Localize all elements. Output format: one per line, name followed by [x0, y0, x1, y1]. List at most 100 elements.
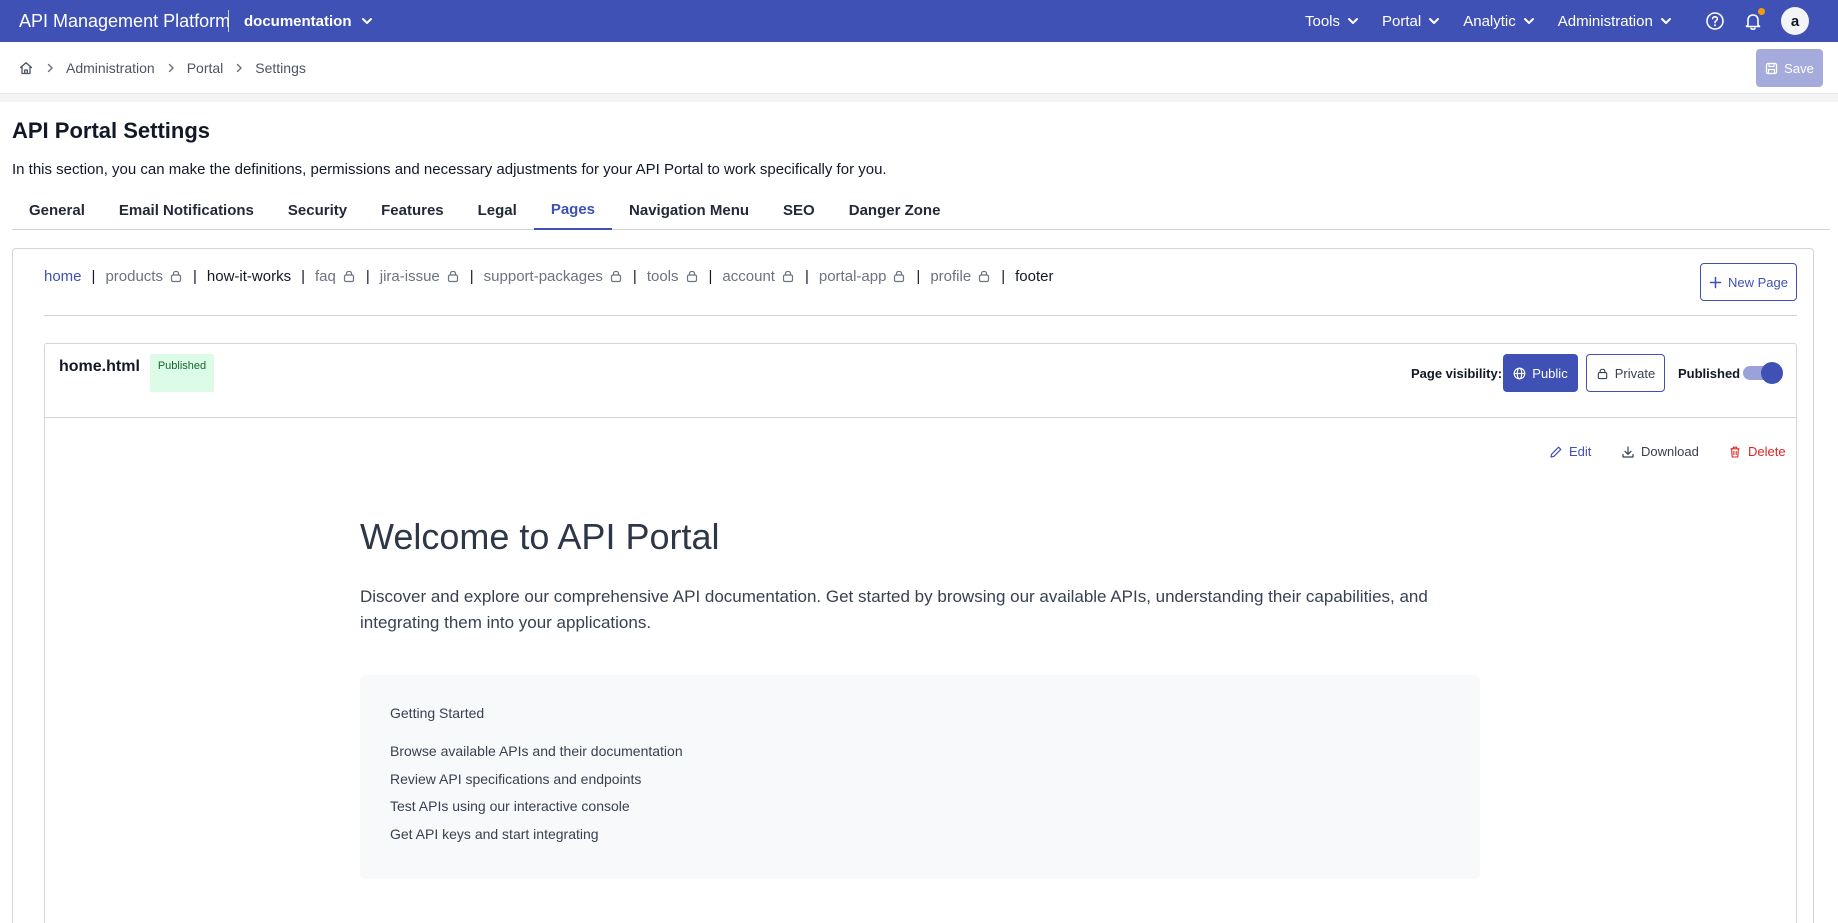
nav-portal[interactable]: Portal	[1382, 13, 1441, 30]
breadcrumb-administration[interactable]: Administration	[66, 60, 155, 76]
tab-danger-zone[interactable]: Danger Zone	[832, 190, 958, 230]
page-item-products[interactable]: products	[105, 268, 183, 285]
app-title[interactable]: API Management Platform	[19, 0, 230, 42]
divider: |	[916, 267, 921, 285]
lock-icon	[342, 269, 356, 283]
edit-button[interactable]: Edit	[1549, 444, 1591, 459]
public-label: Public	[1532, 365, 1568, 381]
file-name: home.html	[59, 358, 140, 375]
tab-legal[interactable]: Legal	[461, 190, 534, 230]
lock-icon	[609, 269, 623, 283]
toggle-knob	[1761, 362, 1783, 384]
nav-administration-label: Administration	[1557, 12, 1653, 30]
page-item-home[interactable]: home	[44, 268, 82, 285]
new-page-label: New Page	[1728, 274, 1788, 290]
chevron-down-icon	[1427, 14, 1441, 28]
breadcrumb-bar: Administration Portal Settings Save	[0, 42, 1838, 94]
tab-navigation-menu[interactable]: Navigation Menu	[612, 190, 766, 230]
home-icon[interactable]	[18, 60, 34, 76]
page-item-jira-issue[interactable]: jira-issue	[380, 268, 460, 285]
tab-security[interactable]: Security	[271, 190, 364, 230]
visibility-label: Page visibility:	[1411, 366, 1503, 381]
tab-seo[interactable]: SEO	[766, 190, 832, 230]
top-nav: Tools Portal Analytic Administration	[1305, 0, 1695, 42]
lock-icon	[1596, 367, 1609, 380]
tab-email-notifications[interactable]: Email Notifications	[102, 190, 271, 230]
page-item-label: how-it-works	[206, 267, 292, 285]
lock-icon	[977, 269, 991, 283]
tab-features[interactable]: Features	[364, 190, 461, 230]
list-item: Test APIs using our interactive console	[390, 798, 630, 814]
page-editor: home.html Published Page visibility: Pub…	[44, 343, 1797, 923]
help-icon[interactable]	[1703, 9, 1727, 33]
page-item-label: jira-issue	[379, 267, 440, 285]
nav-portal-label: Portal	[1382, 12, 1422, 30]
download-icon	[1621, 445, 1635, 459]
divider	[45, 417, 1796, 418]
page-item-account[interactable]: account	[722, 268, 795, 285]
private-button[interactable]: Private	[1586, 354, 1665, 392]
delete-button[interactable]: Delete	[1728, 444, 1786, 459]
save-icon	[1765, 62, 1778, 75]
edit-label: Edit	[1569, 444, 1592, 459]
pages-card: home | products | how-it-works | faq | j…	[12, 248, 1814, 923]
preview-heading: Welcome to API Portal	[360, 516, 720, 557]
nav-analytic-label: Analytic	[1463, 12, 1516, 30]
nav-administration[interactable]: Administration	[1558, 13, 1673, 30]
divider	[44, 315, 1797, 316]
page-list: home | products | how-it-works | faq | j…	[44, 264, 1053, 288]
page-item-label: home	[44, 267, 82, 285]
divider: |	[708, 267, 713, 285]
new-page-button[interactable]: New Page	[1700, 263, 1797, 301]
delete-label: Delete	[1748, 444, 1786, 459]
lock-icon	[781, 269, 795, 283]
list-item: Get API keys and start integrating	[390, 825, 599, 842]
page-item-label: support-packages	[483, 267, 603, 285]
chevron-down-icon	[1659, 14, 1673, 28]
list-item: Review API specifications and endpoints	[390, 770, 642, 787]
page-item-footer[interactable]: footer	[1015, 268, 1053, 285]
notification-bell-icon[interactable]	[1741, 8, 1765, 33]
page-item-portal-app[interactable]: portal-app	[819, 268, 907, 285]
download-label: Download	[1641, 444, 1699, 459]
chevron-right-icon	[44, 62, 56, 74]
nav-analytic[interactable]: Analytic	[1463, 13, 1536, 30]
page-item-label: tools	[646, 267, 679, 285]
chevron-down-icon	[1522, 14, 1536, 28]
tab-general[interactable]: General	[12, 190, 102, 230]
lock-icon	[169, 269, 183, 283]
preview-intro: Discover and explore our comprehensive A…	[360, 587, 1428, 632]
nav-tools[interactable]: Tools	[1305, 13, 1360, 30]
page-item-label: faq	[314, 267, 336, 285]
page-item-support-packages[interactable]: support-packages	[484, 268, 623, 285]
workspace-name: documentation	[244, 12, 352, 30]
avatar[interactable]: a	[1781, 7, 1809, 35]
chevron-down-icon	[360, 14, 374, 28]
tab-pages[interactable]: Pages	[533, 190, 613, 230]
chevron-right-icon	[165, 62, 177, 74]
published-toggle[interactable]	[1743, 362, 1783, 384]
header-strip	[0, 94, 1838, 102]
lock-icon	[446, 269, 460, 283]
download-button[interactable]: Download	[1621, 444, 1699, 459]
divider: |	[1001, 267, 1006, 285]
chevron-right-icon	[233, 62, 245, 74]
save-button[interactable]: Save	[1756, 49, 1823, 87]
public-button[interactable]: Public	[1503, 354, 1578, 392]
page-item-profile[interactable]: profile	[930, 268, 991, 285]
divider: |	[632, 267, 637, 285]
divider: |	[192, 267, 197, 285]
lock-icon	[892, 269, 906, 283]
globe-icon	[1513, 367, 1526, 380]
status-badge: Published	[150, 354, 214, 392]
workspace-selector[interactable]: documentation	[244, 0, 374, 42]
getting-started-box: Getting Started Browse available APIs an…	[360, 675, 1480, 879]
private-label: Private	[1614, 365, 1656, 381]
page-item-tools[interactable]: tools	[647, 268, 699, 285]
breadcrumb-settings: Settings	[255, 60, 306, 76]
breadcrumb-portal[interactable]: Portal	[187, 60, 224, 76]
page-item-faq[interactable]: faq	[315, 268, 356, 285]
divider: |	[804, 267, 809, 285]
page-item-how-it-works[interactable]: how-it-works	[207, 268, 291, 285]
divider: |	[365, 267, 370, 285]
